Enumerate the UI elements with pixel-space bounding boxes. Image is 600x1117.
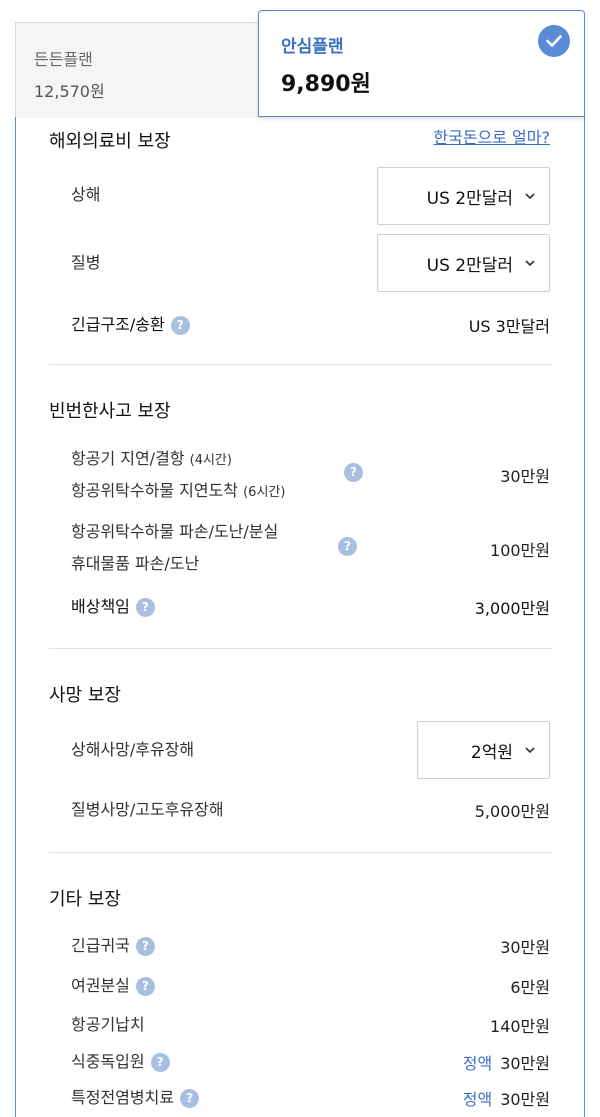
liability-value: 3,000만원	[474, 599, 550, 618]
delay-line2-note: (6시간)	[243, 485, 286, 500]
rescue-label: 긴급구조/송환?	[71, 313, 190, 337]
other-item-text: 여권분실	[71, 976, 130, 995]
section-title-death: 사망 보장	[49, 685, 121, 706]
other-item-label: 여권분실?	[71, 974, 155, 998]
help-icon[interactable]: ?	[135, 598, 155, 617]
section-title-other: 기타 보장	[49, 889, 121, 910]
illness-death-value: 5,000만원	[474, 802, 550, 821]
plan-tab-basic[interactable]: 든든플랜 12,570원	[15, 22, 263, 118]
select-value: US 2만달러	[426, 188, 513, 209]
delay-line2-text: 항공위탁수하물 지연도착	[71, 481, 239, 500]
plan-price: 12,570원	[34, 82, 105, 101]
other-item-text: 식중독입원	[71, 1052, 145, 1071]
other-item-value: 정액 30만원	[463, 1086, 550, 1110]
other-item-text: 특정전염병치료	[71, 1088, 175, 1107]
plan-name: 안심플랜	[281, 37, 344, 57]
plan-name: 든든플랜	[34, 50, 93, 69]
help-icon[interactable]: ?	[344, 463, 363, 482]
krw-conversion-link[interactable]: 한국돈으로 얼마?	[433, 124, 550, 148]
select-value: 2억원	[470, 742, 513, 763]
section-title-frequent: 빈번한사고 보장	[49, 401, 171, 422]
other-item-text: 긴급귀국	[71, 936, 130, 955]
delay-value: 30만원	[500, 467, 550, 486]
chevron-down-icon	[525, 747, 535, 754]
damage-label-line2: 휴대물품 파손/도난	[71, 554, 200, 573]
other-item-value: 140만원	[490, 1013, 550, 1037]
rescue-label-text: 긴급구조/송환	[71, 315, 165, 334]
divider	[49, 364, 552, 365]
illness-label: 질병	[71, 253, 101, 272]
other-item-label: 특정전염병치료?	[71, 1086, 200, 1110]
help-icon[interactable]: ?	[150, 1053, 170, 1072]
rescue-value: US 3만달러	[468, 317, 550, 336]
other-item-value: 6만원	[510, 974, 550, 998]
illness-select[interactable]: US 2만달러	[377, 234, 550, 292]
illness-death-label: 질병사망/고도후유장해	[71, 800, 224, 819]
value-text: 30만원	[500, 1054, 550, 1073]
other-item-value: 30만원	[500, 934, 550, 958]
help-icon[interactable]: ?	[170, 316, 190, 335]
injury-select[interactable]: US 2만달러	[377, 167, 550, 225]
help-icon[interactable]: ?	[135, 977, 155, 996]
plan-price: 9,890원	[281, 72, 371, 97]
other-item-label: 식중독입원?	[71, 1050, 170, 1074]
select-value: US 2만달러	[426, 255, 513, 276]
check-circle-icon	[538, 25, 570, 57]
other-item-text: 항공기납치	[71, 1015, 145, 1034]
help-icon[interactable]: ?	[338, 537, 357, 556]
value-text: 6만원	[510, 978, 550, 997]
chevron-down-icon	[525, 260, 535, 267]
injury-death-select[interactable]: 2억원	[417, 721, 550, 779]
fixed-amount-tag: 정액	[462, 1090, 493, 1109]
help-icon[interactable]: ?	[135, 937, 155, 956]
value-text: 30만원	[500, 1090, 550, 1109]
injury-death-label: 상해사망/후유장해	[71, 740, 195, 759]
divider	[49, 852, 552, 853]
liability-label-text: 배상책임	[71, 597, 130, 616]
help-icon[interactable]: ?	[180, 1089, 200, 1108]
chevron-down-icon	[525, 193, 535, 200]
coverage-panel: 해외의료비 보장 한국돈으로 얼마? 상해 US 2만달러 질병 US 2만달러…	[15, 117, 585, 1117]
delay-line1-note: (4시간)	[189, 453, 232, 468]
other-item-label: 항공기납치	[71, 1013, 145, 1037]
damage-label-line1: 항공위탁수하물 파손/도난/분실	[71, 522, 279, 541]
other-item-value: 정액 30만원	[463, 1050, 550, 1074]
fixed-amount-tag: 정액	[462, 1054, 493, 1073]
divider	[49, 648, 552, 649]
delay-line1-text: 항공기 지연/결항	[71, 449, 185, 468]
section-title-overseas: 해외의료비 보장	[49, 131, 171, 152]
damage-value: 100만원	[490, 541, 550, 560]
other-item-label: 긴급귀국?	[71, 934, 155, 958]
value-text: 140만원	[490, 1017, 550, 1036]
value-text: 30만원	[500, 938, 550, 957]
liability-label: 배상책임?	[71, 595, 155, 619]
plan-tab-selected[interactable]: 안심플랜 9,890원	[258, 10, 585, 117]
delay-label-line2: 항공위탁수하물 지연도착 (6시간)	[71, 479, 285, 505]
injury-label: 상해	[71, 185, 101, 204]
delay-label-line1: 항공기 지연/결항 (4시간)	[71, 447, 232, 473]
